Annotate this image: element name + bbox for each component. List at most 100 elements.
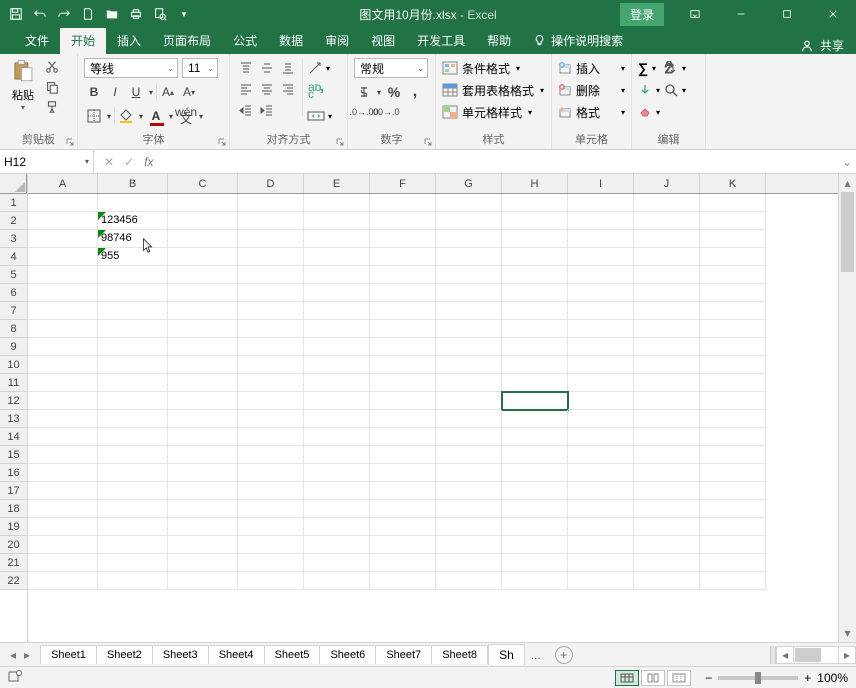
cell[interactable] — [700, 302, 766, 320]
align-top-icon[interactable] — [236, 58, 256, 78]
percent-icon[interactable]: % — [384, 82, 404, 102]
font-color-icon[interactable]: A — [146, 106, 166, 126]
cell[interactable] — [568, 284, 634, 302]
row-header[interactable]: 6 — [0, 284, 27, 302]
cell[interactable] — [304, 482, 370, 500]
row-header[interactable]: 20 — [0, 536, 27, 554]
cell[interactable] — [304, 338, 370, 356]
number-launcher-icon[interactable] — [423, 136, 433, 146]
cell[interactable] — [304, 572, 370, 590]
cell[interactable] — [168, 266, 238, 284]
align-right-icon[interactable] — [278, 79, 298, 99]
cell[interactable] — [634, 230, 700, 248]
cells-grid[interactable]: 12345698746955 — [28, 194, 838, 590]
cell[interactable]: 955 — [98, 248, 168, 266]
cell[interactable] — [370, 320, 436, 338]
cell[interactable] — [238, 392, 304, 410]
cell[interactable] — [98, 356, 168, 374]
cell[interactable] — [436, 482, 502, 500]
orientation-icon[interactable]: ▾ — [307, 58, 332, 78]
tab-developer[interactable]: 开发工具 — [406, 27, 476, 54]
cell[interactable] — [700, 194, 766, 212]
cell[interactable] — [304, 320, 370, 338]
column-header[interactable]: E — [304, 174, 370, 193]
row-header[interactable]: 16 — [0, 464, 27, 482]
cell[interactable] — [700, 500, 766, 518]
column-header[interactable]: B — [98, 174, 168, 193]
cell[interactable] — [700, 464, 766, 482]
cell[interactable] — [436, 410, 502, 428]
cell[interactable] — [28, 248, 98, 266]
cell[interactable] — [28, 446, 98, 464]
cell[interactable] — [304, 518, 370, 536]
cell[interactable] — [634, 374, 700, 392]
column-header[interactable]: H — [502, 174, 568, 193]
cell[interactable] — [634, 302, 700, 320]
cell[interactable] — [238, 284, 304, 302]
cell[interactable] — [98, 536, 168, 554]
cell[interactable] — [634, 338, 700, 356]
cell[interactable] — [436, 518, 502, 536]
cell[interactable] — [238, 446, 304, 464]
cell[interactable] — [502, 248, 568, 266]
zoom-level[interactable]: 100% — [817, 671, 848, 685]
cell[interactable] — [168, 572, 238, 590]
cell[interactable] — [634, 428, 700, 446]
cell[interactable] — [700, 320, 766, 338]
cell-styles-button[interactable]: 单元格样式▾ — [442, 102, 545, 122]
phonetic-icon[interactable]: wén文 — [176, 106, 196, 126]
cell[interactable] — [238, 464, 304, 482]
cell[interactable] — [98, 266, 168, 284]
undo-icon[interactable] — [32, 6, 48, 22]
row-header[interactable]: 11 — [0, 374, 27, 392]
delete-cells-button[interactable]: 删除▾ — [558, 80, 625, 100]
cell[interactable] — [98, 572, 168, 590]
cell[interactable] — [28, 212, 98, 230]
cell[interactable] — [28, 356, 98, 374]
cell[interactable] — [28, 302, 98, 320]
cell[interactable] — [28, 518, 98, 536]
cell[interactable] — [28, 374, 98, 392]
cell[interactable] — [700, 572, 766, 590]
scroll-left-icon[interactable]: ◂ — [776, 646, 794, 664]
tab-insert[interactable]: 插入 — [106, 27, 152, 54]
align-bottom-icon[interactable] — [278, 58, 298, 78]
cell[interactable] — [168, 536, 238, 554]
cell[interactable] — [502, 428, 568, 446]
sheet-tab[interactable]: Sheet4 — [209, 645, 265, 664]
cell[interactable] — [98, 518, 168, 536]
open-file-icon[interactable] — [104, 6, 120, 22]
format-painter-icon[interactable] — [44, 100, 60, 117]
conditional-format-button[interactable]: 条件格式▾ — [442, 58, 545, 78]
cell[interactable] — [502, 572, 568, 590]
cell[interactable] — [634, 518, 700, 536]
sheet-tab[interactable]: Sheet1 — [40, 645, 97, 664]
cell[interactable] — [634, 266, 700, 284]
sheet-tab[interactable]: Sheet5 — [265, 645, 321, 664]
font-name-combo[interactable]: 等线⌄ — [84, 58, 178, 78]
find-select-icon[interactable]: ▾ — [664, 80, 686, 100]
save-icon[interactable] — [8, 6, 24, 22]
cell[interactable] — [502, 518, 568, 536]
cell[interactable] — [168, 284, 238, 302]
row-header[interactable]: 9 — [0, 338, 27, 356]
insert-cells-button[interactable]: 插入▾ — [558, 58, 625, 78]
row-header[interactable]: 4 — [0, 248, 27, 266]
cell[interactable]: 123456 — [98, 212, 168, 230]
bold-button[interactable]: B — [84, 82, 104, 102]
cell[interactable] — [28, 536, 98, 554]
cell[interactable] — [502, 320, 568, 338]
cell[interactable] — [568, 212, 634, 230]
zoom-slider[interactable] — [718, 676, 798, 680]
cell[interactable] — [700, 428, 766, 446]
column-header[interactable]: K — [700, 174, 766, 193]
cell[interactable] — [634, 554, 700, 572]
cell[interactable] — [28, 230, 98, 248]
cell[interactable] — [568, 482, 634, 500]
cell[interactable] — [436, 248, 502, 266]
cell[interactable] — [28, 392, 98, 410]
cell[interactable] — [568, 356, 634, 374]
wrap-text-icon[interactable]: abc — [307, 82, 332, 102]
cell[interactable] — [168, 464, 238, 482]
cell[interactable] — [238, 500, 304, 518]
